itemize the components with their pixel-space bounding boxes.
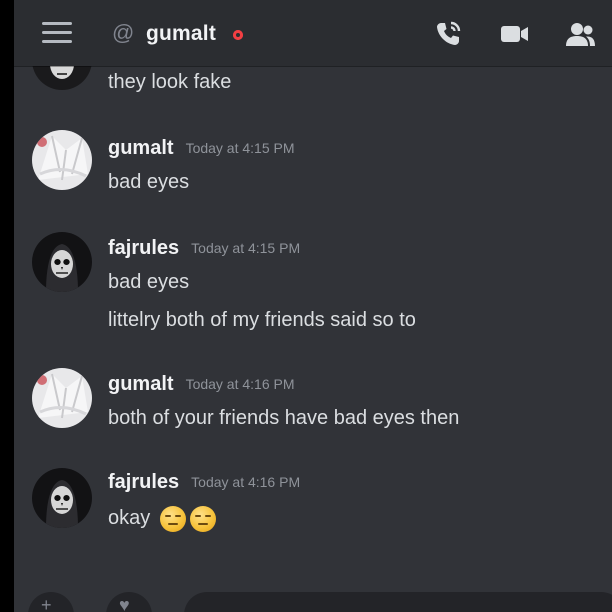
message-header: fajrules Today at 4:15 PM	[108, 234, 300, 262]
gift-icon: ♥	[119, 595, 130, 612]
message-list: they look fake gumalt Today at 4:15 PM ba…	[14, 30, 612, 586]
channel-name[interactable]: gumalt	[146, 20, 216, 48]
username[interactable]: gumalt	[108, 134, 174, 162]
message-header: gumalt Today at 4:15 PM	[108, 134, 295, 162]
message-text-okay: okay	[108, 507, 151, 529]
username[interactable]: gumalt	[108, 370, 174, 398]
username[interactable]: fajrules	[108, 468, 179, 496]
message-text: they look fake	[108, 71, 232, 93]
gift-button[interactable]: ♥	[106, 592, 152, 612]
add-attachment-button[interactable]: +	[28, 592, 74, 612]
message-text: bad eyes	[108, 271, 190, 293]
avatar[interactable]	[32, 468, 92, 528]
message-text: littelry both of my friends said so to	[108, 309, 416, 331]
avatar[interactable]	[32, 232, 92, 292]
hamburger-icon[interactable]	[42, 22, 72, 44]
message-text: okay	[108, 504, 216, 532]
timestamp: Today at 4:15 PM	[185, 140, 295, 156]
dm-chat-screen: @ gumalt they look fake gumalt Today at …	[14, 0, 612, 612]
avatar[interactable]	[32, 130, 92, 190]
phone-call-icon[interactable]	[432, 18, 464, 50]
unamused-face-emoji	[159, 505, 186, 532]
timestamp: Today at 4:16 PM	[191, 474, 301, 490]
unamused-face-emoji	[189, 505, 216, 532]
dnd-status-indicator	[233, 30, 243, 40]
at-icon: @	[112, 20, 135, 45]
message-header: fajrules Today at 4:16 PM	[108, 468, 300, 496]
message-header: gumalt Today at 4:16 PM	[108, 370, 295, 398]
plus-icon: +	[41, 595, 52, 612]
username[interactable]: fajrules	[108, 234, 179, 262]
timestamp: Today at 4:15 PM	[191, 240, 301, 256]
message-text: bad eyes	[108, 171, 190, 193]
channel-header: @ gumalt	[14, 0, 612, 66]
avatar[interactable]	[32, 368, 92, 428]
message-input[interactable]	[184, 592, 612, 612]
members-icon[interactable]	[564, 18, 596, 50]
chat-input-bar: + ♥	[14, 586, 612, 612]
timestamp: Today at 4:16 PM	[185, 376, 295, 392]
message-text: both of your friends have bad eyes then	[108, 407, 460, 429]
video-camera-icon[interactable]	[498, 18, 530, 50]
